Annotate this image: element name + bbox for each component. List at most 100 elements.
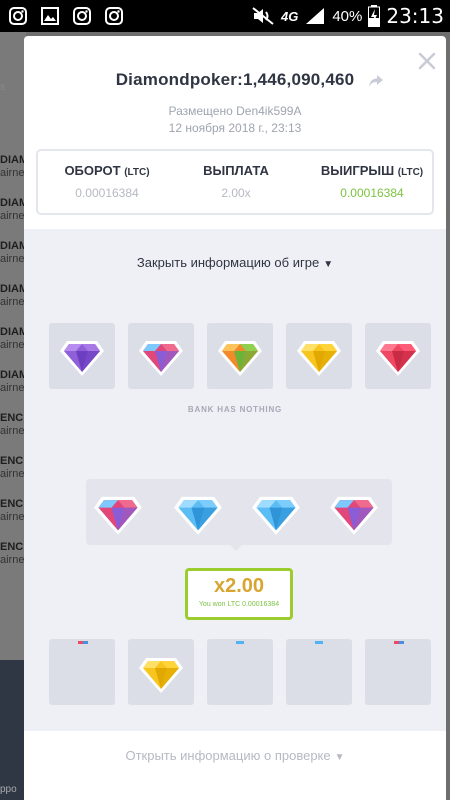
background-row-game: ENC [0,498,24,510]
player-gem-slot [49,639,115,705]
toggle-game-info-label: Закрыть информацию об игре [136,255,320,270]
game-details-modal: Diamondpoker:1,446,090,460 Размещено Den… [24,36,446,800]
stat-label: ВЫИГРЫШ [320,163,395,178]
background-row-game: DIAM [0,283,26,295]
background-row-player: airne [0,296,25,308]
background-row-game: DIAM [0,240,26,252]
placed-by: Размещено Den4ik599A [24,104,446,118]
background-row-game: DIAM [0,369,26,381]
background-row: ENC airne [0,455,26,481]
player-gem-slot [286,639,352,705]
bet-date: 12 ноября 2018 г., 23:13 [168,121,302,135]
gallery-icon [41,7,59,25]
multi-blue-diamond-icon [139,341,183,376]
toggle-game-info-button[interactable]: Закрыть информацию об игре ▼ [24,255,446,270]
yellow-diamond-icon [297,341,341,376]
background-row-player: airne [0,382,25,394]
stat-unit: (LTC) [397,167,424,178]
bank-status: BANK HAS NOTHING [187,405,283,414]
stat-unit: (LTC) [124,167,150,178]
multiplier-value: x2.00 [213,575,265,597]
background-row: DIAM airne [0,240,26,266]
player-gem-slot [365,639,431,705]
background-row: ENC airne [0,412,26,438]
win-message: You won LTC 0.00016384 [198,601,280,608]
background-row-player: airne [0,554,25,566]
background-row: ENC airne [0,498,26,524]
background-row-player: airne [0,339,25,351]
background-tab: s [0,82,5,93]
game-board: Закрыть информацию об игре ▼ BANK HAS NOT… [24,229,446,731]
slot-indicator [315,641,323,644]
instagram-icon [73,7,91,25]
background-footer-text: ppo [0,784,17,795]
instagram-icon [105,7,123,25]
multi-blue-diamond-icon [328,486,380,538]
instagram-icon [9,7,27,25]
background-row: DIAM airne [0,369,26,395]
background-row-game: ENC [0,412,24,424]
background-row: ENC airne [0,541,26,567]
chevron-down-icon: ▼ [323,259,334,270]
share-icon[interactable] [368,74,384,88]
bank-gem-tile [207,323,273,389]
background-footer: ppo [0,660,26,800]
yellow-diamond-icon [139,658,183,693]
purple-diamond-icon [60,341,104,376]
background-row-player: airne [0,253,25,265]
player-gem-slot [207,639,273,705]
background-row-player: airne [0,210,25,222]
battery-icon [368,5,381,27]
multiplier-box: x2.00 You won LTC 0.00016384 [185,568,293,620]
blue-diamond-icon [172,486,224,538]
background-row-game: DIAM [0,154,26,166]
stat-value: 0.00016384 [75,186,139,200]
network-type: 4G [280,8,299,24]
chevron-down-icon: ▼ [334,752,345,763]
background-row-game: DIAM [0,326,26,338]
stat-label: ВЫПЛАТА [203,163,269,178]
background-row-game: ENC [0,541,24,553]
background-row: DIAM airne [0,154,26,180]
close-icon[interactable] [416,50,438,72]
signal-icon [306,8,325,24]
background-row: DIAM airne [0,326,26,352]
bank-gem-tile [365,323,431,389]
orange-green-diamond-icon [218,341,262,376]
clock: 23:13 [386,4,444,28]
pointer-arrow [230,545,242,551]
toggle-verify-info-label: Открыть информацию о проверке [125,748,331,763]
player-gem-slot [128,639,194,705]
stat-value: 0.00016384 [340,186,404,200]
background-row: DIAM airne [0,197,26,223]
background-row-player: airne [0,468,25,480]
mute-icon [252,7,274,25]
dealt-gems-panel [86,479,392,545]
stat-turnover: ОБОРОТ (LTC) 0.00016384 [52,163,162,200]
red-diamond-icon [376,341,420,376]
placed-prefix: Размещено [168,104,237,118]
slot-indicator [399,641,404,644]
bank-gem-tile [128,323,194,389]
bank-gem-tile [286,323,352,389]
background-bet-list: s DIAM airne DIAM airne DIAM airne DIAM airne DI… [0,32,26,692]
stats-panel: ОБОРОТ (LTC) 0.00016384 ВЫПЛАТА 2.00x ВЫ… [36,149,434,215]
player-name-link[interactable]: Den4ik599A [236,104,301,118]
background-row-player: airne [0,167,25,179]
toggle-verify-info-button[interactable]: Открыть информацию о проверке ▼ [24,748,446,763]
blue-diamond-icon [250,486,302,538]
multi-blue-diamond-icon [92,486,144,538]
stat-label: ОБОРОТ [64,163,121,178]
stat-value: 2.00x [221,186,251,200]
background-row-player: airne [0,425,25,437]
slot-indicator [83,641,88,644]
battery-percent: 40% [332,7,363,25]
stat-profit: ВЫИГРЫШ (LTC) 0.00016384 [314,163,430,200]
background-row-player: airne [0,511,25,523]
background-row: DIAM airne [0,283,26,309]
bank-gem-tile [49,323,115,389]
background-row-game: DIAM [0,197,26,209]
stat-payout: ВЫПЛАТА 2.00x [186,163,286,200]
status-bar: 4G 40% 23:13 [0,0,450,32]
background-row-game: ENC [0,455,24,467]
